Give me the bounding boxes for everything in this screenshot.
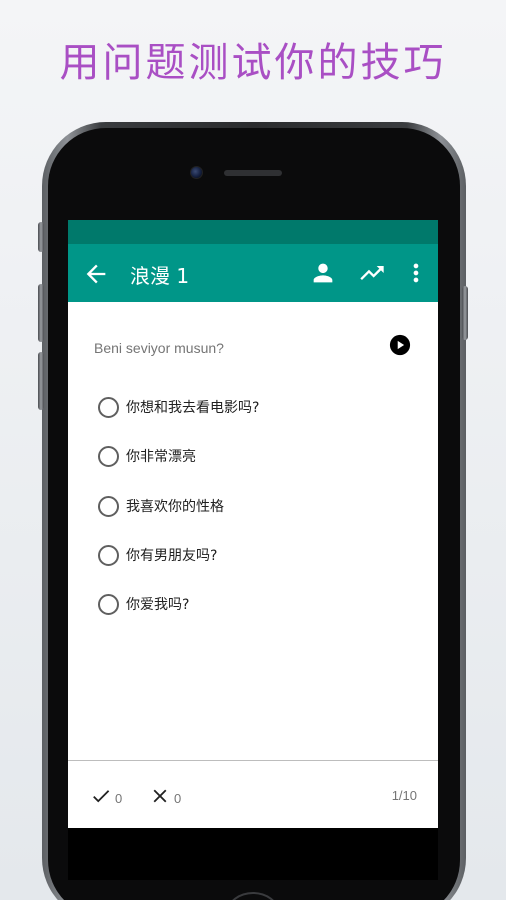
question-text: Beni seviyor musun? — [94, 340, 224, 356]
radio-button[interactable] — [98, 593, 119, 615]
answer-option[interactable]: 你爱我吗? — [98, 591, 189, 617]
volume-up-button — [38, 284, 44, 342]
answer-option[interactable]: 你有男朋友吗? — [98, 542, 217, 568]
radio-button[interactable] — [98, 396, 119, 418]
play-circle-icon[interactable] — [389, 334, 411, 356]
answer-label: 你有男朋友吗? — [126, 548, 218, 564]
more-vert-icon[interactable] — [402, 259, 430, 287]
answer-label: 我喜欢你的性格 — [126, 499, 224, 515]
quiz-content: Beni seviyor musun? 你想和我去看电影吗? 你非常漂亮 我喜欢… — [68, 302, 438, 760]
page-title: 浪漫 1 — [130, 264, 190, 288]
answer-option[interactable]: 你想和我去看电影吗? — [98, 394, 259, 420]
radio-button[interactable] — [98, 495, 119, 517]
answer-label: 你想和我去看电影吗? — [126, 400, 260, 416]
app-bar: 浪漫 1 — [68, 244, 438, 302]
mute-switch — [38, 222, 44, 252]
answer-option[interactable]: 我喜欢你的性格 — [98, 493, 224, 519]
wrong-stat: 0 — [149, 785, 181, 811]
trending-up-icon[interactable] — [358, 259, 386, 287]
wrong-count: 0 — [174, 790, 182, 806]
correct-stat: 0 — [90, 785, 122, 811]
front-camera — [190, 166, 203, 179]
correct-count: 0 — [115, 790, 123, 806]
earpiece-speaker — [224, 170, 282, 176]
radio-button[interactable] — [98, 544, 119, 566]
phone-screen: 浪漫 1 Beni seviyor musun? 你想和我去看电影吗? 你非常漂… — [68, 220, 438, 880]
volume-down-button — [38, 352, 44, 410]
answer-label: 你非常漂亮 — [126, 449, 196, 465]
score-bar: 0 0 1/10 — [68, 760, 438, 828]
answer-option[interactable]: 你非常漂亮 — [98, 443, 196, 469]
question-progress: 1/10 — [391, 788, 417, 803]
navigation-area — [68, 828, 438, 880]
arrow-back-icon[interactable] — [82, 260, 110, 288]
promo-headline: 用问题测试你的技巧 — [59, 40, 447, 86]
close-icon — [149, 785, 171, 811]
power-button — [462, 286, 468, 340]
radio-button[interactable] — [98, 445, 119, 467]
status-bar — [68, 220, 438, 244]
person-icon[interactable] — [309, 259, 337, 287]
check-icon — [90, 785, 112, 811]
answer-label: 你爱我吗? — [126, 597, 190, 613]
